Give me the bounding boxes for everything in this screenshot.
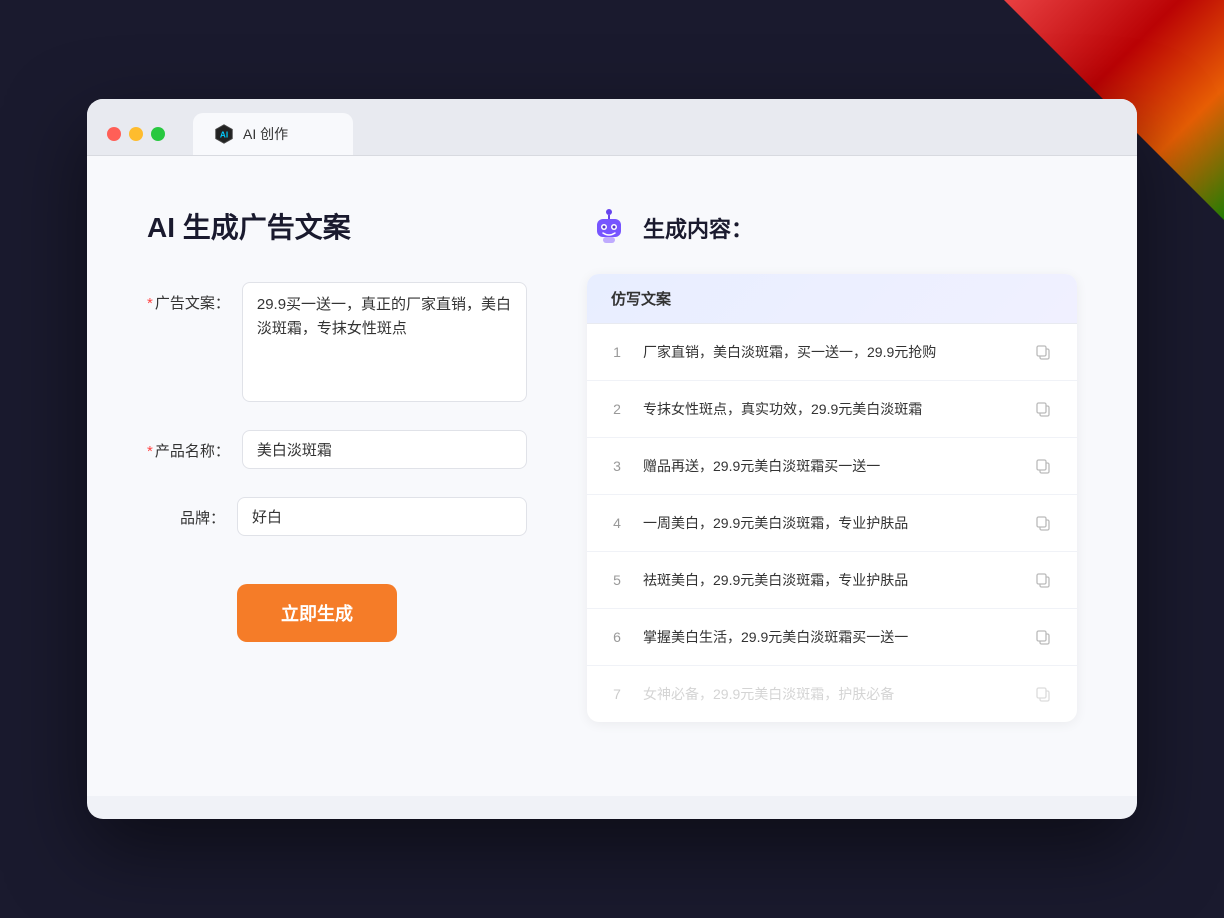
result-text: 祛斑美白，29.9元美白淡斑霜，专业护肤品	[643, 570, 1013, 591]
result-item: 4 一周美白，29.9元美白淡斑霜，专业护肤品	[587, 495, 1077, 552]
robot-icon	[587, 206, 631, 250]
result-title: 生成内容：	[643, 212, 753, 244]
right-panel: 生成内容： 仿写文案 1 厂家直销，美白淡斑霜，买一送一，29.9元抢购 2 专…	[587, 206, 1077, 736]
result-card: 仿写文案 1 厂家直销，美白淡斑霜，买一送一，29.9元抢购 2 专抹女性斑点，…	[587, 274, 1077, 722]
left-panel: AI 生成广告文案 *广告文案： *产品名称： 品牌： 立	[147, 206, 527, 736]
result-text: 专抹女性斑点，真实功效，29.9元美白淡斑霜	[643, 399, 1013, 420]
tab-icon: AI	[213, 123, 235, 145]
result-num: 2	[607, 401, 627, 417]
result-text: 掌握美白生活，29.9元美白淡斑霜买一送一	[643, 627, 1013, 648]
page-title: AI 生成广告文案	[147, 206, 527, 246]
window-close-button[interactable]	[107, 127, 121, 141]
brand-group: 品牌：	[147, 497, 527, 536]
copy-button[interactable]	[1029, 566, 1057, 594]
result-text: 女神必备，29.9元美白淡斑霜，护肤必备	[643, 684, 1013, 705]
result-item: 1 厂家直销，美白淡斑霜，买一送一，29.9元抢购	[587, 324, 1077, 381]
result-text: 一周美白，29.9元美白淡斑霜，专业护肤品	[643, 513, 1013, 534]
window-maximize-button[interactable]	[151, 127, 165, 141]
copy-button[interactable]	[1029, 452, 1057, 480]
product-name-group: *产品名称：	[147, 430, 527, 469]
window-minimize-button[interactable]	[129, 127, 143, 141]
ad-copy-required-star: *	[147, 295, 153, 312]
result-num: 4	[607, 515, 627, 531]
result-num: 3	[607, 458, 627, 474]
ad-copy-input[interactable]	[242, 282, 527, 402]
copy-button[interactable]	[1029, 509, 1057, 537]
result-num: 6	[607, 629, 627, 645]
copy-button[interactable]	[1029, 623, 1057, 651]
copy-button[interactable]	[1029, 395, 1057, 423]
result-item: 5 祛斑美白，29.9元美白淡斑霜，专业护肤品	[587, 552, 1077, 609]
brand-label: 品牌：	[147, 497, 237, 528]
result-list: 1 厂家直销，美白淡斑霜，买一送一，29.9元抢购 2 专抹女性斑点，真实功效，…	[587, 324, 1077, 722]
result-card-header: 仿写文案	[587, 274, 1077, 324]
result-item: 2 专抹女性斑点，真实功效，29.9元美白淡斑霜	[587, 381, 1077, 438]
generate-button[interactable]: 立即生成	[237, 584, 397, 642]
result-item: 7 女神必备，29.9元美白淡斑霜，护肤必备	[587, 666, 1077, 722]
window-controls	[107, 127, 165, 141]
browser-window: AI AI 创作 AI 生成广告文案 *广告文案： *产品名称：	[87, 99, 1137, 819]
result-text: 赠品再送，29.9元美白淡斑霜买一送一	[643, 456, 1013, 477]
result-item: 3 赠品再送，29.9元美白淡斑霜买一送一	[587, 438, 1077, 495]
result-num: 1	[607, 344, 627, 360]
product-name-required-star: *	[147, 443, 153, 460]
brand-input[interactable]	[237, 497, 527, 536]
result-num: 5	[607, 572, 627, 588]
copy-button[interactable]	[1029, 338, 1057, 366]
copy-button[interactable]	[1029, 680, 1057, 708]
result-num: 7	[607, 686, 627, 702]
tab-title: AI 创作	[243, 124, 288, 144]
result-text: 厂家直销，美白淡斑霜，买一送一，29.9元抢购	[643, 342, 1013, 363]
result-item: 6 掌握美白生活，29.9元美白淡斑霜买一送一	[587, 609, 1077, 666]
product-name-label: *产品名称：	[147, 430, 242, 461]
product-name-input[interactable]	[242, 430, 527, 469]
browser-tab[interactable]: AI AI 创作	[193, 113, 353, 155]
browser-content: AI 生成广告文案 *广告文案： *产品名称： 品牌： 立	[87, 156, 1137, 796]
browser-chrome: AI AI 创作	[87, 99, 1137, 156]
svg-text:AI: AI	[220, 131, 228, 140]
ad-copy-group: *广告文案：	[147, 282, 527, 402]
result-header: 生成内容：	[587, 206, 1077, 250]
ad-copy-label: *广告文案：	[147, 282, 242, 313]
